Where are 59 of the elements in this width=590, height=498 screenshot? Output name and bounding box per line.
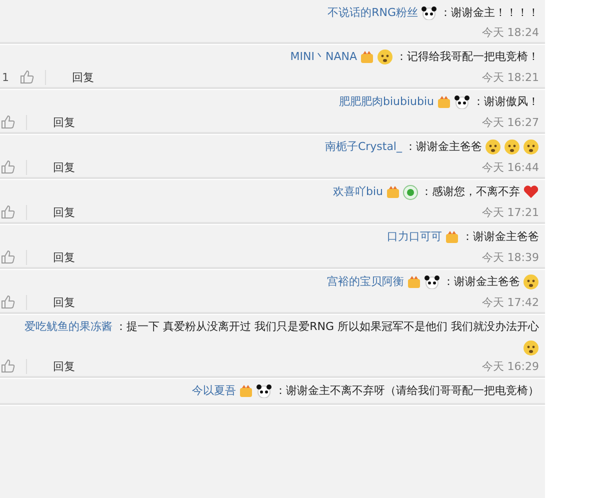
crown-badge-icon <box>239 384 253 398</box>
emoji-face-icon <box>523 139 539 155</box>
crown-badge-icon <box>386 185 400 199</box>
username-link[interactable]: 肥肥肥肉biubiubiu <box>338 92 434 112</box>
thumbs-up-icon[interactable] <box>0 249 16 265</box>
panda-icon <box>424 275 440 289</box>
panda-icon <box>454 95 470 109</box>
comment-text: ：谢谢金主爸爸 <box>443 274 520 290</box>
comment-text: ：谢谢傲风！ <box>473 94 539 110</box>
emoji-face-icon <box>485 139 501 155</box>
thumbs-up-icon[interactable] <box>0 114 16 130</box>
emoji-face-icon <box>377 49 393 65</box>
crown-badge-icon <box>445 230 459 244</box>
crown-badge-icon <box>360 50 374 64</box>
reply-link[interactable]: 回复 <box>45 70 94 84</box>
thumbs-up-icon[interactable] <box>19 69 35 85</box>
username-link[interactable]: 今以夏吾 <box>192 381 236 401</box>
emoji-face-icon <box>504 139 520 155</box>
thumbs-up-icon[interactable] <box>0 294 16 310</box>
username-link[interactable]: 欢喜吖biu <box>332 182 383 202</box>
comment-time: 今天 16:29 <box>482 358 539 374</box>
crown-badge-icon <box>437 95 451 109</box>
reply-link[interactable]: 回复 <box>26 160 75 174</box>
panda-icon <box>256 384 272 398</box>
reply-link[interactable]: 回复 <box>26 204 75 220</box>
comment-text: ：谢谢金主不离不弃呀（请给我们哥哥配一把电竞椅） <box>275 383 539 399</box>
reply-link[interactable]: 回复 <box>26 250 75 264</box>
username-link[interactable]: MINI丶NANA <box>290 47 357 67</box>
comment-time: 今天 18:21 <box>482 70 539 84</box>
comment-time: 今天 18:39 <box>482 250 539 264</box>
comment-text: ：感谢您，不离不弃 <box>421 184 520 200</box>
reply-link[interactable]: 回复 <box>26 114 75 130</box>
thumbs-up-icon[interactable] <box>0 358 16 374</box>
username-link[interactable]: 口力口可可 <box>387 227 442 247</box>
emoji-face-icon <box>523 274 539 290</box>
like-count: 1 <box>2 70 9 84</box>
comment-text: ：谢谢金主爸爸 <box>405 139 482 155</box>
comment-text: ：提一下 真爱粉从没离开过 我们只是爱RNG 所以如果冠军不是他们 我们就没办法开心 <box>116 319 539 335</box>
comment-time: 今天 16:44 <box>482 160 539 174</box>
comment-time: 今天 18:24 <box>482 25 539 40</box>
thumbs-up-icon[interactable] <box>0 204 16 220</box>
comment-text: ：谢谢金主爸爸 <box>462 229 539 245</box>
username-link[interactable]: 不说话的RNG粉丝 <box>328 3 418 23</box>
check-circle-icon <box>403 184 418 200</box>
username-link[interactable]: 南栀子Crystal_ <box>324 137 402 157</box>
heart-icon <box>523 185 539 199</box>
emoji-face-icon <box>523 340 539 356</box>
reply-link[interactable]: 回复 <box>26 294 75 310</box>
crown-badge-icon <box>407 275 421 289</box>
comment-time: 今天 17:21 <box>482 204 539 220</box>
panda-icon <box>421 6 437 20</box>
comment-time: 今天 17:42 <box>482 294 539 310</box>
username-link[interactable]: 宫裕的宝贝阿衡 <box>327 272 404 292</box>
thumbs-up-icon[interactable] <box>0 159 16 175</box>
comment-text: ：谢谢金主！！！！ <box>440 5 539 21</box>
comment-text: ：记得给我哥配一把电竞椅！ <box>396 49 539 65</box>
comment-time: 今天 16:27 <box>482 114 539 130</box>
username-link[interactable]: 爱吃鱿鱼的果冻酱 <box>24 317 113 337</box>
reply-link[interactable]: 回复 <box>26 358 75 374</box>
